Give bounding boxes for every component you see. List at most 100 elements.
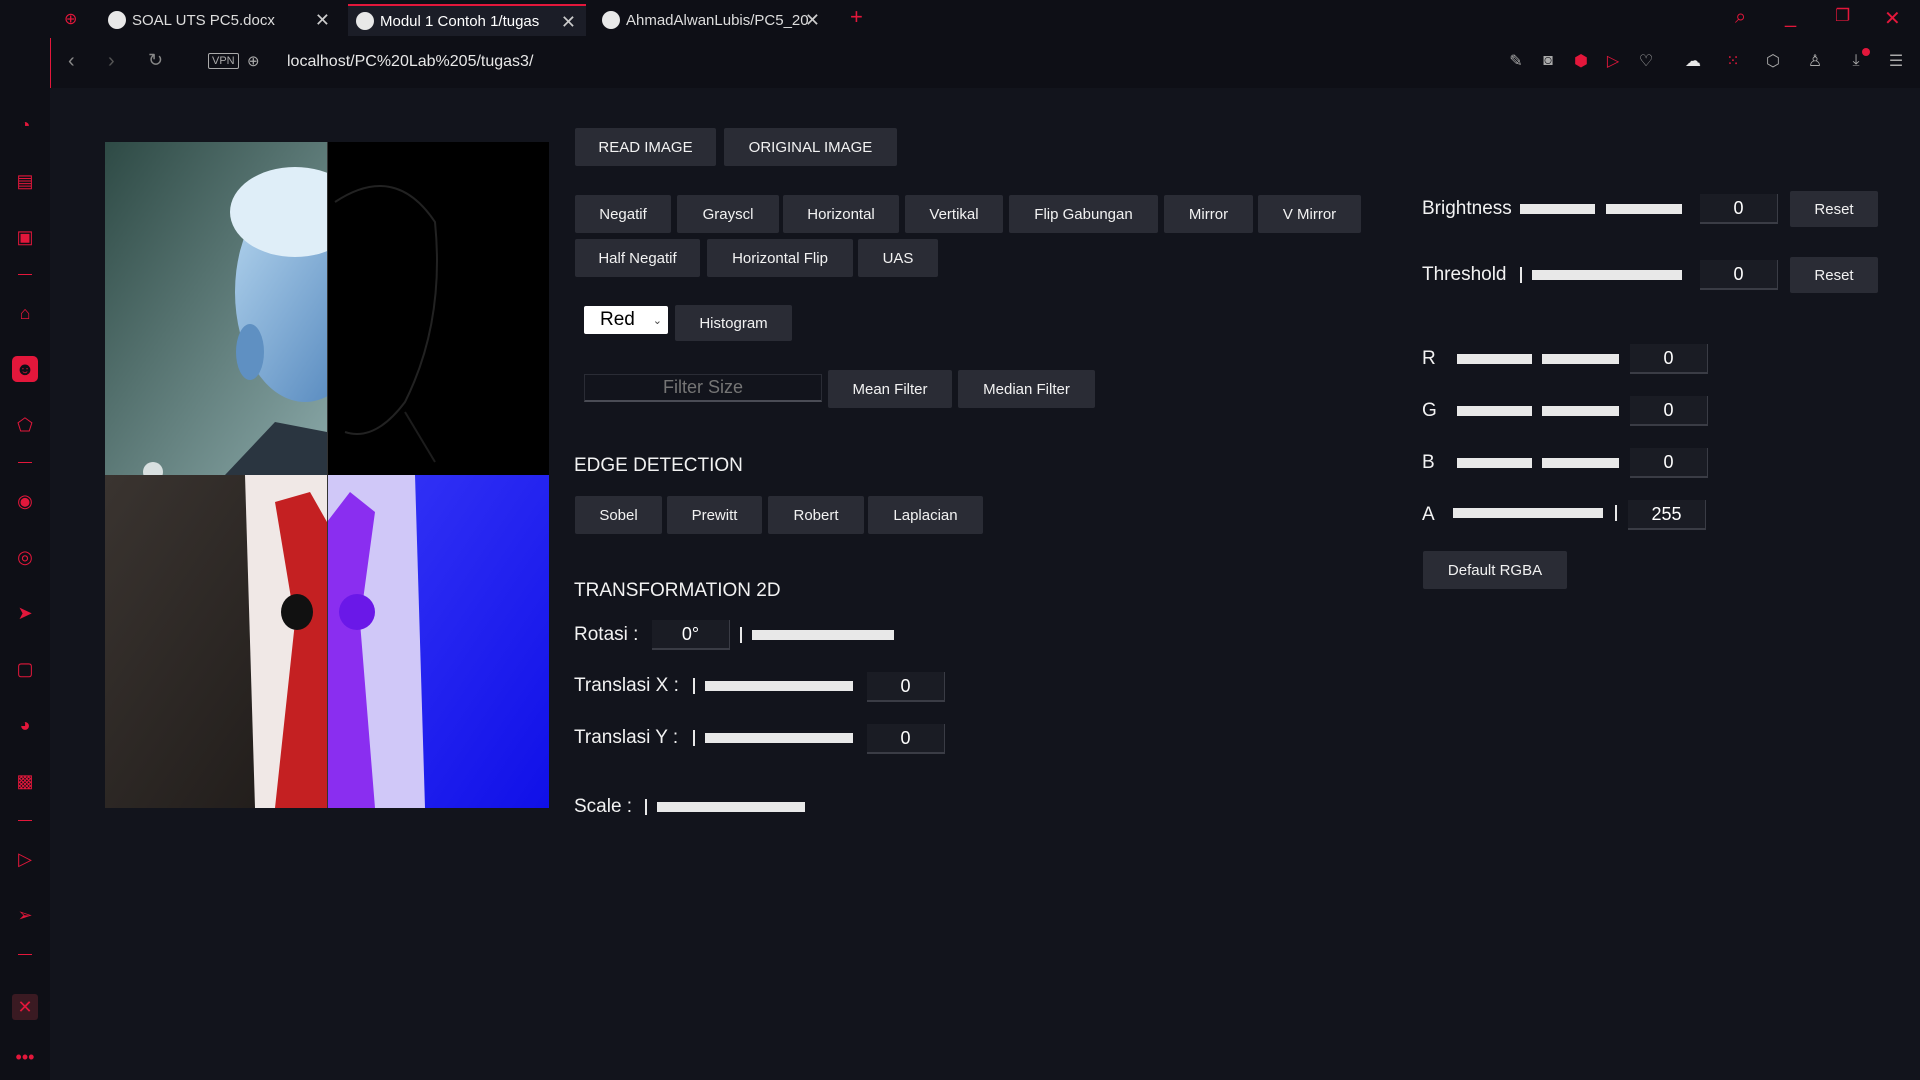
laplacian-button[interactable]: Laplacian	[868, 496, 983, 534]
mean-filter-button[interactable]: Mean Filter	[828, 370, 952, 408]
twitch-icon[interactable]: ▣	[12, 224, 38, 250]
gx-mods-icon[interactable]: ☻	[12, 356, 38, 382]
slider-track	[705, 681, 853, 691]
heart-icon[interactable]: ♡	[1635, 50, 1657, 72]
twitter-icon[interactable]: ◕	[12, 712, 38, 738]
back-icon[interactable]: ‹	[68, 50, 75, 73]
apps-grid-icon[interactable]: ⁙	[1722, 50, 1744, 72]
brightness-reset-button[interactable]: Reset	[1790, 191, 1878, 227]
r-value[interactable]: 0	[1630, 344, 1708, 374]
gx-corner-icon[interactable]: ▤	[12, 168, 38, 194]
default-rgba-button[interactable]: Default RGBA	[1423, 551, 1567, 589]
translasi-y-slider[interactable]	[693, 730, 853, 746]
discord-icon[interactable]: ▩	[12, 768, 38, 794]
shield-icon[interactable]: ⬢	[1570, 50, 1592, 72]
channel-select[interactable]: Red ⌄	[584, 306, 668, 334]
filter-size-input[interactable]	[584, 374, 822, 402]
close-icon[interactable]: ✕	[315, 10, 330, 31]
sobel-button[interactable]: Sobel	[575, 496, 662, 534]
page-content: READ IMAGE ORIGINAL IMAGE Negatif Graysc…	[50, 88, 1920, 1080]
b-value[interactable]: 0	[1630, 448, 1708, 478]
a-slider[interactable]	[1453, 505, 1619, 521]
r-slider[interactable]	[1457, 354, 1619, 364]
a-value[interactable]: 255	[1628, 500, 1706, 530]
read-image-button[interactable]: READ IMAGE	[575, 128, 716, 166]
brightness-slider[interactable]	[1520, 204, 1682, 214]
snapshot-edit-icon[interactable]: ✎	[1505, 50, 1527, 72]
translasi-x-slider[interactable]	[693, 678, 853, 694]
threshold-reset-button[interactable]: Reset	[1790, 257, 1878, 293]
brightness-value[interactable]: 0	[1700, 194, 1778, 224]
half-negatif-button[interactable]: Half Negatif	[575, 239, 700, 277]
mirror-button[interactable]: Mirror	[1164, 195, 1253, 233]
restore-icon[interactable]: ❐	[1835, 6, 1850, 26]
instagram-icon[interactable]: ▢	[12, 656, 38, 682]
translasi-x-value[interactable]: 0	[867, 672, 945, 702]
player-icon[interactable]: ▷	[12, 846, 38, 872]
more-icon[interactable]: •••	[12, 1044, 38, 1070]
chevron-down-icon: ⌄	[652, 314, 662, 327]
horizontal-flip-button[interactable]: Horizontal Flip	[707, 239, 853, 277]
globe-icon	[108, 11, 126, 29]
slider-track	[1457, 354, 1532, 364]
cloud-icon[interactable]: ☁	[1682, 50, 1704, 72]
slider-thumb[interactable]	[693, 678, 695, 694]
bookmark-icon[interactable]: ⬠	[12, 412, 38, 438]
telegram-icon[interactable]: ➤	[12, 600, 38, 626]
prewitt-button[interactable]: Prewitt	[667, 496, 762, 534]
histogram-button[interactable]: Histogram	[675, 305, 792, 341]
flow-icon[interactable]: ▷	[1602, 50, 1624, 72]
camera-icon[interactable]: ◙	[1537, 50, 1559, 72]
extensions-icon[interactable]: ✕	[12, 994, 38, 1020]
g-slider[interactable]	[1457, 406, 1619, 416]
url-field[interactable]: localhost/PC%20Lab%205/tugas3/	[287, 53, 533, 71]
slider-thumb[interactable]	[645, 799, 647, 815]
tab-github[interactable]: AhmadAlwanLubis/PC5_20 ✕	[594, 4, 830, 36]
negatif-button[interactable]: Negatif	[575, 195, 671, 233]
v-mirror-button[interactable]: V Mirror	[1258, 195, 1361, 233]
slider-thumb[interactable]	[693, 730, 695, 746]
gamepad-icon[interactable]: ⊕	[64, 9, 77, 29]
home-icon[interactable]: ⌂	[12, 300, 38, 326]
threshold-slider[interactable]	[1520, 267, 1682, 283]
gx-control-icon[interactable]: ◔	[12, 112, 38, 138]
account-icon[interactable]: ♙	[1804, 50, 1826, 72]
slider-track	[1542, 458, 1619, 468]
forward-icon[interactable]: ›	[108, 50, 115, 73]
robert-button[interactable]: Robert	[768, 496, 864, 534]
slider-track	[1542, 406, 1619, 416]
grayscale-button[interactable]: Grayscl	[677, 195, 779, 233]
scale-slider[interactable]	[645, 799, 805, 815]
cube-icon[interactable]: ⬡	[1762, 50, 1784, 72]
minimize-icon[interactable]: _	[1785, 6, 1796, 29]
b-slider[interactable]	[1457, 458, 1619, 468]
reload-icon[interactable]: ↻	[148, 50, 163, 71]
rotasi-slider[interactable]	[740, 627, 894, 643]
flip-gabungan-button[interactable]: Flip Gabungan	[1009, 195, 1158, 233]
g-value[interactable]: 0	[1630, 396, 1708, 426]
close-icon[interactable]: ✕	[805, 10, 820, 31]
tab-modul-1[interactable]: Modul 1 Contoh 1/tugas ✕	[348, 4, 586, 36]
vertikal-button[interactable]: Vertikal	[905, 195, 1003, 233]
search-icon[interactable]: ⌕	[1735, 6, 1746, 29]
easy-setup-icon[interactable]: ☰	[1885, 50, 1907, 72]
close-icon[interactable]: ✕	[561, 12, 576, 33]
horizontal-button[interactable]: Horizontal	[783, 195, 899, 233]
slider-thumb[interactable]	[1615, 505, 1617, 521]
threshold-value[interactable]: 0	[1700, 260, 1778, 290]
rotasi-value[interactable]: 0°	[652, 620, 730, 650]
whatsapp-icon[interactable]: ◎	[12, 544, 38, 570]
send-icon[interactable]: ➢	[12, 902, 38, 928]
vpn-badge[interactable]: VPN	[208, 53, 239, 69]
close-window-icon[interactable]: ✕	[1884, 6, 1901, 31]
new-tab-button[interactable]: +	[850, 4, 863, 30]
translasi-y-value[interactable]: 0	[867, 724, 945, 754]
original-image-button[interactable]: ORIGINAL IMAGE	[724, 128, 897, 166]
tab-soal-uts[interactable]: SOAL UTS PC5.docx ✕	[100, 4, 340, 36]
median-filter-button[interactable]: Median Filter	[958, 370, 1095, 408]
uas-button[interactable]: UAS	[858, 239, 938, 277]
slider-thumb[interactable]	[1520, 267, 1522, 283]
messenger-icon[interactable]: ◉	[12, 488, 38, 514]
slider-thumb[interactable]	[740, 627, 742, 643]
tab-title: SOAL UTS PC5.docx	[132, 11, 275, 29]
